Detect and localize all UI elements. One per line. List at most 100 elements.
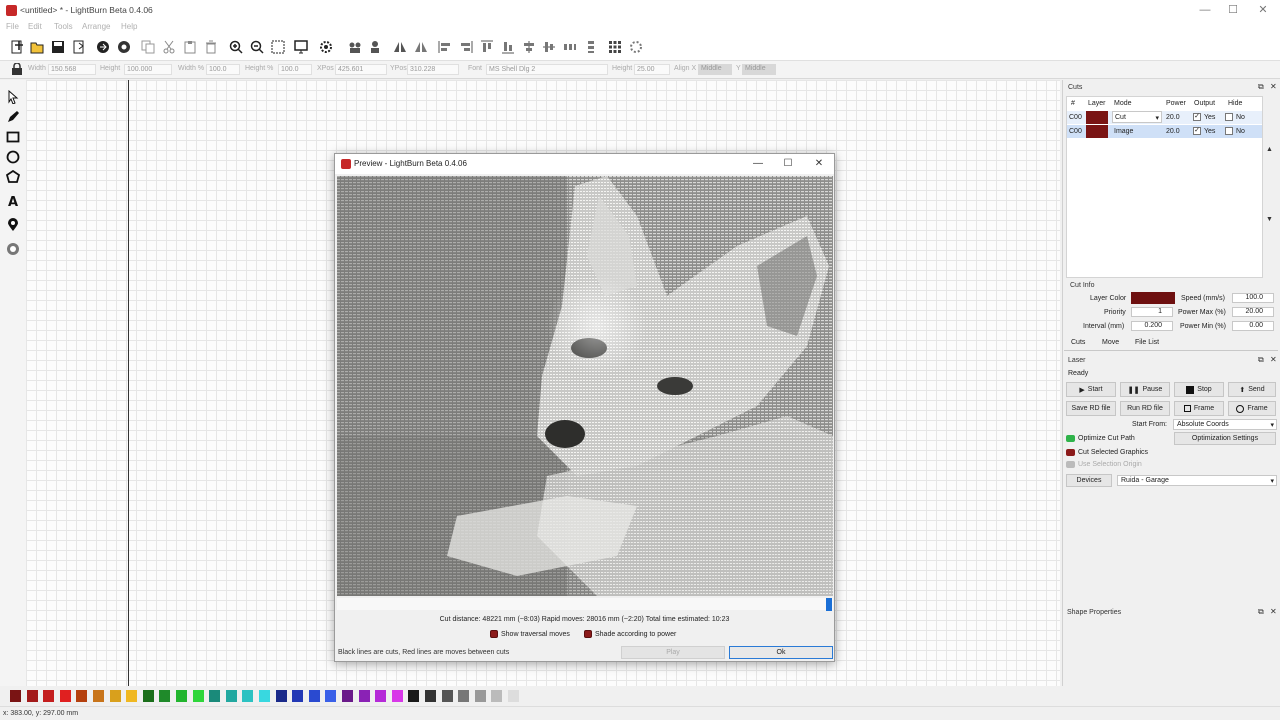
font-select[interactable]: MS Shell Dlg 2 [486,64,608,75]
ellipse-tool-icon[interactable] [4,148,22,166]
align-center-horizontal-icon[interactable] [540,38,558,56]
circular-array-icon[interactable] [627,38,645,56]
optimize-cut-path-toggle[interactable]: Optimize Cut Path [1066,435,1135,442]
palette-swatch[interactable] [26,690,38,702]
minimize-icon[interactable]: — [1192,3,1218,17]
width-percent-input[interactable]: 100.0 [206,64,240,75]
show-traversal-toggle[interactable]: Show traversal moves [490,630,570,638]
power-min-input[interactable]: 0.00 [1232,321,1274,331]
cuts-panel-close-icon[interactable]: ✕ [1270,82,1277,91]
devices-button[interactable]: Devices [1066,474,1112,487]
palette-swatch[interactable] [43,690,55,702]
palette-swatch[interactable] [192,690,204,702]
distribute-horizontal-icon[interactable] [561,38,579,56]
settings-gear-icon[interactable] [115,38,133,56]
palette-swatch[interactable] [225,690,237,702]
palette-swatch[interactable] [10,690,21,702]
show-traversal-checkbox[interactable] [490,630,498,638]
laser-panel-float-icon[interactable]: ⧉ [1258,355,1264,365]
align-right-icon[interactable] [457,38,475,56]
priority-input[interactable]: 1 [1131,307,1173,317]
device-settings-icon[interactable] [317,38,335,56]
interval-input[interactable]: 0.200 [1131,321,1173,331]
select-pointer-icon[interactable] [4,88,22,106]
shape-panel-float-icon[interactable]: ⧉ [1258,607,1264,617]
height-input[interactable]: 100.000 [124,64,172,75]
close-icon[interactable]: ✕ [1250,3,1276,17]
zoom-frame-icon[interactable] [269,38,287,56]
circle-frame-button[interactable]: Frame [1228,401,1276,416]
palette-swatch[interactable] [292,690,304,702]
palette-swatch[interactable] [275,690,287,702]
cuts-panel-float-icon[interactable]: ⧉ [1258,82,1264,92]
menu-edit[interactable]: Edit [28,22,42,31]
preview-progress-handle[interactable] [826,598,832,611]
align-center-vertical-icon[interactable] [520,38,538,56]
flip-horizontal-icon[interactable] [391,38,409,56]
palette-swatch[interactable] [425,690,436,702]
menu-tools[interactable]: Tools [54,22,73,31]
laser-panel-close-icon[interactable]: ✕ [1270,355,1277,364]
palette-swatch[interactable] [176,690,187,702]
palette-swatch[interactable] [76,690,88,702]
zoom-in-icon[interactable] [227,38,245,56]
palette-swatch[interactable] [308,690,320,702]
palette-swatch[interactable] [59,690,71,702]
layer-move-up-icon[interactable]: ▲ [1266,146,1276,156]
shade-power-checkbox[interactable] [584,630,592,638]
shape-panel-close-icon[interactable]: ✕ [1270,607,1277,616]
shade-power-toggle[interactable]: Shade according to power [584,630,676,638]
palette-swatch[interactable] [391,690,403,702]
height-percent-input[interactable]: 100.0 [278,64,312,75]
align-x-select[interactable]: Middle [698,64,732,75]
layer-color-swatch[interactable] [1131,292,1175,304]
preview-progress-slider[interactable] [337,598,833,610]
save-rd-file-button[interactable]: Save RD file [1066,401,1116,416]
cut-scissors-icon[interactable] [160,38,178,56]
rectangle-tool-icon[interactable] [4,128,22,146]
pause-button[interactable]: ❚❚ Pause [1120,382,1170,397]
grid-array-icon[interactable] [606,38,624,56]
menu-file[interactable]: File [6,22,19,31]
send-button[interactable]: ⬆ Send [1228,382,1276,397]
delete-trash-icon[interactable] [202,38,220,56]
play-button[interactable]: Play [621,646,725,659]
speed-input[interactable]: 100.0 [1232,293,1274,303]
palette-swatch[interactable] [491,690,503,702]
monitor-icon[interactable] [292,38,310,56]
row-hide-checkbox[interactable] [1225,127,1233,135]
maximize-icon[interactable]: ☐ [1220,3,1246,17]
start-from-select[interactable]: Absolute Coords ▾ [1173,419,1277,430]
open-folder-icon[interactable] [28,38,46,56]
device-select[interactable]: Ruida - Garage ▾ [1117,475,1277,486]
palette-swatch[interactable] [441,690,453,702]
zoom-out-icon[interactable] [248,38,266,56]
align-top-icon[interactable] [478,38,496,56]
optimize-toggle-indicator[interactable] [1066,435,1075,442]
dialog-close-icon[interactable]: ✕ [808,156,830,172]
xpos-input[interactable]: 425.601 [335,64,387,75]
row-output-checkbox[interactable]: ✓ [1193,127,1201,135]
dialog-maximize-icon[interactable]: ☐ [777,156,799,172]
ypos-input[interactable]: 310.228 [407,64,459,75]
palette-swatch[interactable] [342,690,353,702]
text-tool-icon[interactable]: A [4,192,22,210]
palette-swatch[interactable] [142,690,154,702]
palette-swatch[interactable] [209,690,221,702]
palette-swatch[interactable] [109,690,121,702]
optimization-settings-button[interactable]: Optimization Settings [1174,432,1276,445]
use-selection-origin-toggle[interactable]: Use Selection Origin [1066,461,1142,468]
font-height-input[interactable]: 25.00 [634,64,670,75]
ok-button[interactable]: Ok [729,646,833,659]
palette-swatch[interactable] [474,690,486,702]
layer-move-down-icon[interactable]: ▼ [1266,216,1276,226]
group-icon[interactable] [346,38,364,56]
palette-swatch[interactable] [508,690,519,702]
distribute-vertical-icon[interactable] [582,38,600,56]
row-mode-select[interactable]: Cut ▾ [1112,111,1162,123]
tab-cuts[interactable]: Cuts [1071,339,1085,346]
tab-move[interactable]: Move [1102,339,1119,346]
palette-swatch[interactable] [242,690,254,702]
menu-arrange[interactable]: Arrange [82,22,110,31]
palette-swatch[interactable] [159,690,171,702]
